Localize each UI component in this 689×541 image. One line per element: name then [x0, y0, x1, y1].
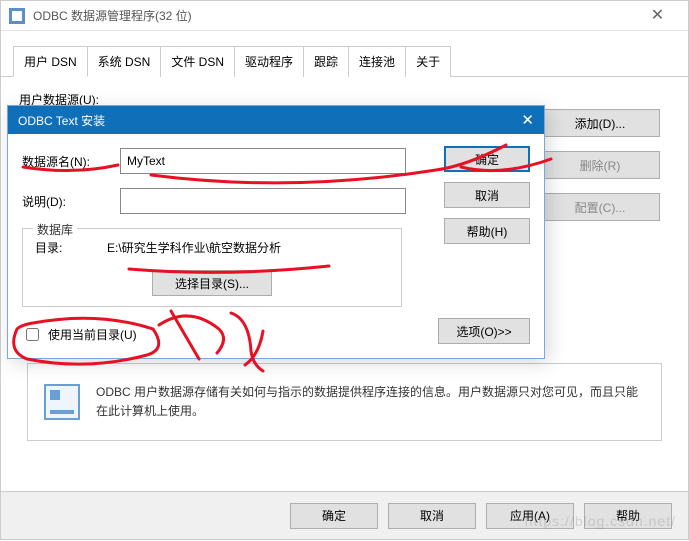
tab-about[interactable]: 关于 — [405, 46, 451, 77]
dialog-ok-button[interactable]: 确定 — [444, 146, 530, 172]
odbc-text-setup-dialog: ODBC Text 安装 ✕ 数据源名(N): 说明(D): 确定 取消 帮助(… — [7, 105, 545, 359]
use-current-dir-row: 使用当前目录(U) — [22, 325, 137, 344]
tabstrip: 用户 DSN 系统 DSN 文件 DSN 驱动程序 跟踪 连接池 关于 — [1, 37, 688, 77]
add-button[interactable]: 添加(D)... — [540, 109, 660, 137]
dsn-action-column: 添加(D)... 删除(R) 配置(C)... — [540, 109, 660, 221]
ok-button[interactable]: 确定 — [290, 503, 378, 529]
directory-label: 目录: — [35, 239, 107, 256]
groupbox-legend: 数据库 — [33, 221, 77, 238]
options-button[interactable]: 选项(O)>> — [438, 318, 530, 344]
description-label: 说明(D): — [22, 193, 120, 210]
dsn-name-input[interactable] — [120, 148, 406, 174]
dialog-titlebar: ODBC Text 安装 ✕ — [8, 106, 544, 134]
window-title: ODBC 数据源管理程序(32 位) — [33, 1, 192, 31]
app-icon — [9, 8, 25, 24]
use-current-dir-label: 使用当前目录(U) — [48, 326, 137, 343]
dialog-button-column: 确定 取消 帮助(H) — [444, 146, 530, 244]
database-groupbox: 数据库 目录: E:\研究生学科作业\航空数据分析 选择目录(S)... — [22, 228, 402, 307]
dialog-close-button[interactable]: ✕ — [494, 111, 534, 129]
dialog-help-button[interactable]: 帮助(H) — [444, 218, 530, 244]
dialog-title: ODBC Text 安装 — [18, 112, 105, 129]
tab-file-dsn[interactable]: 文件 DSN — [160, 46, 235, 77]
description-input[interactable] — [120, 188, 406, 214]
dsn-name-label: 数据源名(N): — [22, 153, 120, 170]
info-text: ODBC 用户数据源存储有关如何与指示的数据提供程序连接的信息。用户数据源只对您… — [96, 383, 645, 421]
help-button[interactable]: 帮助 — [584, 503, 672, 529]
window-close-button[interactable]: ✕ — [635, 1, 680, 31]
cancel-button[interactable]: 取消 — [388, 503, 476, 529]
info-panel: ODBC 用户数据源存储有关如何与指示的数据提供程序连接的信息。用户数据源只对您… — [27, 363, 662, 441]
tab-system-dsn[interactable]: 系统 DSN — [87, 46, 162, 77]
tab-pooling[interactable]: 连接池 — [348, 46, 406, 77]
tab-tracing[interactable]: 跟踪 — [303, 46, 349, 77]
odbc-admin-window: ODBC 数据源管理程序(32 位) ✕ 用户 DSN 系统 DSN 文件 DS… — [0, 0, 689, 540]
dialog-cancel-button[interactable]: 取消 — [444, 182, 530, 208]
window-titlebar: ODBC 数据源管理程序(32 位) ✕ — [1, 1, 688, 31]
choose-directory-button[interactable]: 选择目录(S)... — [152, 270, 272, 296]
tab-drivers[interactable]: 驱动程序 — [234, 46, 304, 77]
apply-button[interactable]: 应用(A) — [486, 503, 574, 529]
tab-user-dsn[interactable]: 用户 DSN — [13, 46, 88, 77]
dialog-bottom-row: 确定 取消 应用(A) 帮助 — [1, 491, 688, 539]
datasource-icon — [44, 384, 80, 420]
configure-button[interactable]: 配置(C)... — [540, 193, 660, 221]
use-current-dir-checkbox[interactable] — [26, 328, 39, 341]
dialog-body: 数据源名(N): 说明(D): 确定 取消 帮助(H) 数据库 目录: E:\研… — [8, 134, 544, 358]
directory-value: E:\研究生学科作业\航空数据分析 — [107, 239, 281, 256]
remove-button[interactable]: 删除(R) — [540, 151, 660, 179]
